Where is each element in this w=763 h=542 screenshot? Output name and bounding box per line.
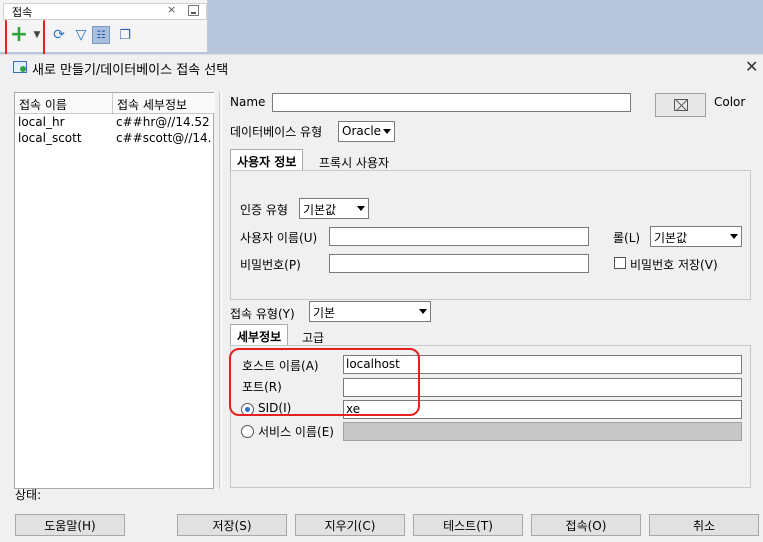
connection-name: local_scott xyxy=(18,131,82,145)
chevron-down-icon xyxy=(357,206,365,211)
role-value: 기본값 xyxy=(654,231,688,245)
splitter[interactable] xyxy=(219,92,222,489)
username-label: 사용자 이름(U) xyxy=(240,231,318,245)
connection-detail: c##hr@//14.52... xyxy=(116,115,211,129)
service-name-input xyxy=(343,422,742,441)
connections-tab[interactable] xyxy=(3,3,207,20)
auth-type-select[interactable]: 기본값 xyxy=(299,198,369,219)
refresh-icon[interactable]: ⟳ xyxy=(50,26,68,44)
chevron-down-icon xyxy=(419,309,427,314)
connect-button[interactable]: 접속(O) xyxy=(531,514,641,536)
name-label: Name xyxy=(230,95,266,109)
connection-list[interactable]: 접속 이름 접속 세부정보 local_hr c##hr@//14.52... … xyxy=(14,92,215,489)
chevron-down-icon xyxy=(383,129,391,134)
auth-type-value: 기본값 xyxy=(303,203,337,217)
database-type-select[interactable]: Oracle xyxy=(338,121,395,142)
color-label: Color xyxy=(714,95,746,109)
clear-button[interactable]: 지우기(C) xyxy=(295,514,405,536)
role-label: 롤(L) xyxy=(613,231,641,245)
password-label: 비밀번호(P) xyxy=(240,258,301,272)
dialog-title: 새로 만들기/데이터베이스 접속 선택 xyxy=(32,63,229,78)
role-select[interactable]: 기본값 xyxy=(650,226,742,247)
color-swatch-icon xyxy=(673,99,688,111)
filter-icon[interactable]: ▽ xyxy=(72,26,90,44)
connection-name: local_hr xyxy=(18,115,65,129)
password-input[interactable] xyxy=(329,254,589,273)
close-icon[interactable]: ✕ xyxy=(745,57,758,76)
column-header-name[interactable]: 접속 이름 xyxy=(15,93,113,114)
table-row[interactable]: local_hr c##hr@//14.52... xyxy=(15,114,213,130)
color-button[interactable] xyxy=(655,93,706,117)
database-type-value: Oracle xyxy=(342,124,382,138)
tab-details[interactable]: 세부정보 xyxy=(230,324,289,346)
save-button[interactable]: 저장(S) xyxy=(177,514,287,536)
service-name-radio[interactable] xyxy=(241,425,254,438)
annotation-highlight xyxy=(229,348,420,416)
close-icon[interactable]: × xyxy=(167,3,176,16)
help-button[interactable]: 도움말(H) xyxy=(15,514,125,536)
connection-type-label: 접속 유형(Y) xyxy=(230,307,295,321)
chevron-down-icon xyxy=(730,234,738,239)
minimize-icon[interactable] xyxy=(188,5,199,16)
column-header-detail[interactable]: 접속 세부정보 xyxy=(113,93,215,114)
tab-user-info[interactable]: 사용자 정보 xyxy=(230,149,304,171)
name-input[interactable] xyxy=(272,93,631,112)
schema-icon[interactable]: ☷ xyxy=(92,26,110,44)
username-input[interactable] xyxy=(329,227,589,246)
save-password-label: 비밀번호 저장(V) xyxy=(630,258,718,272)
connections-tab-label: 접속 xyxy=(12,6,33,19)
cancel-button[interactable]: 취소 xyxy=(649,514,759,536)
auth-type-label: 인증 유형 xyxy=(240,203,288,217)
test-button[interactable]: 테스트(T) xyxy=(413,514,523,536)
save-password-checkbox[interactable] xyxy=(614,257,626,269)
connection-type-value: 기본 xyxy=(313,306,336,320)
status-label: 상태: xyxy=(15,488,42,502)
connection-type-select[interactable]: 기본 xyxy=(309,301,431,322)
database-type-label: 데이터베이스 유형 xyxy=(230,125,323,139)
table-row[interactable]: local_scott c##scott@//14... xyxy=(15,130,213,146)
window-icon[interactable]: ❐ xyxy=(116,26,134,44)
connection-detail: c##scott@//14... xyxy=(116,131,211,145)
service-name-label: 서비스 이름(E) xyxy=(258,425,334,439)
database-connection-icon xyxy=(13,61,27,73)
